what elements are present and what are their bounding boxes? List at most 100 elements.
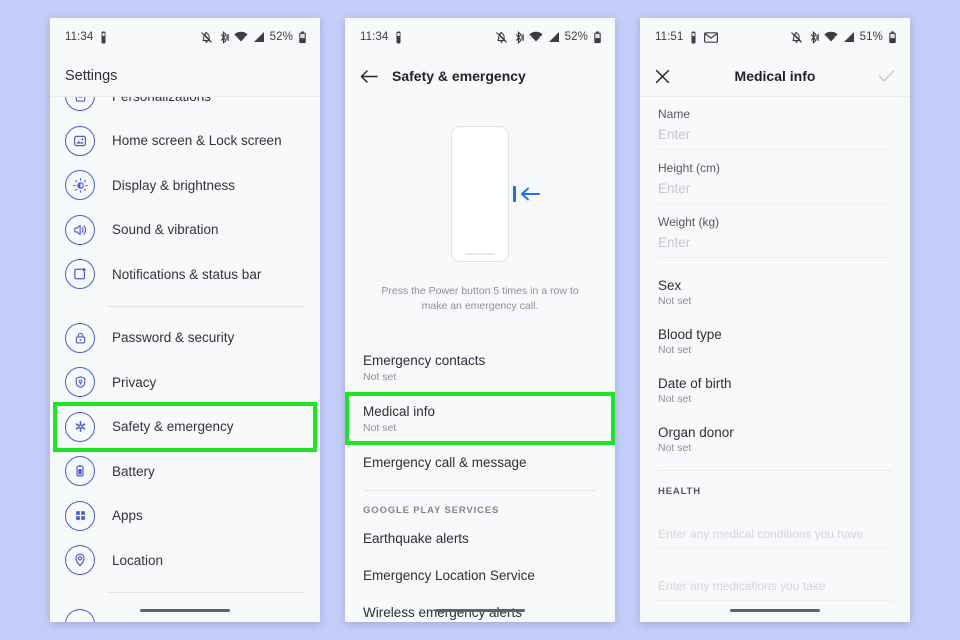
home-lock-screen-icon <box>65 125 95 156</box>
app-bar: Medical info <box>640 56 910 96</box>
personalization-icon <box>65 96 95 112</box>
bell-off-icon <box>200 31 212 43</box>
sidebar-item-label: Battery <box>112 463 155 479</box>
apps-grid-icon <box>65 500 95 531</box>
picker-value: Not set <box>658 295 692 307</box>
option-subtitle: Not set <box>363 371 397 384</box>
divider <box>107 305 305 307</box>
vibrate-icon <box>396 31 401 43</box>
medical-conditions-input[interactable]: Enter any medical conditions you have <box>658 497 892 549</box>
divider <box>640 96 910 97</box>
sidebar-item-notifications[interactable]: Notifications & status bar <box>50 252 320 297</box>
option-title: Emergency call & message <box>363 455 527 471</box>
battery-icon <box>65 456 95 487</box>
picker-value: Not set <box>658 442 692 454</box>
sidebar-item-label: Sound & vibration <box>112 222 219 238</box>
phone-screen-medical-info: 11:51 51% Medical info Name Enter Height… <box>640 18 910 622</box>
brightness-icon <box>65 170 95 201</box>
picker-title: Date of birth <box>658 376 732 391</box>
field-label: Weight (kg) <box>658 215 720 229</box>
sidebar-item-label: Location <box>112 552 164 568</box>
medical-info-scroll-area[interactable]: Name Enter Height (cm) Enter Weight (kg)… <box>640 96 910 622</box>
wifi-icon <box>824 31 838 42</box>
option-title: Emergency contacts <box>363 353 486 369</box>
medical-star-icon <box>65 411 95 442</box>
sidebar-item-display-brightness[interactable]: Display & brightness <box>50 163 320 208</box>
partial-icon <box>65 608 95 622</box>
status-time: 11:51 <box>655 31 684 43</box>
field-height[interactable]: Height (cm) Enter <box>640 150 910 204</box>
bell-off-icon <box>790 31 802 43</box>
option-medical-info[interactable]: Medical info Not set <box>345 392 615 446</box>
safety-scroll-area[interactable]: Press the Power button 5 times in a row … <box>345 96 615 622</box>
sidebar-item-personalizations[interactable]: Personalizations <box>50 96 320 119</box>
app-bar: Safety & emergency <box>345 56 615 96</box>
sidebar-item-safety-emergency[interactable]: Safety & emergency <box>53 401 317 452</box>
sidebar-item-label: Home screen & Lock screen <box>112 133 282 149</box>
phone-screen-settings: 11:34 52% Settings Personalizations Home… <box>50 18 320 622</box>
sidebar-item-sound-vibration[interactable]: Sound & vibration <box>50 208 320 253</box>
gesture-bar[interactable] <box>730 608 820 612</box>
sidebar-item-apps[interactable]: Apps <box>50 494 320 539</box>
notification-icon <box>65 259 95 290</box>
status-time: 11:34 <box>360 31 389 43</box>
bluetooth-icon <box>220 30 229 44</box>
field-name[interactable]: Name Enter <box>640 96 910 150</box>
sidebar-item-location[interactable]: Location <box>50 538 320 583</box>
picker-sex[interactable]: Sex Not set <box>640 267 910 316</box>
picker-blood-type[interactable]: Blood type Not set <box>640 316 910 365</box>
sidebar-item-label: Display & brightness <box>112 177 236 193</box>
sidebar-item-home-lock-screen[interactable]: Home screen & Lock screen <box>50 119 320 164</box>
picker-value: Not set <box>658 344 692 356</box>
left-arrow-icon <box>520 187 540 206</box>
location-pin-icon <box>65 545 95 576</box>
picker-title: Organ donor <box>658 425 734 440</box>
sidebar-item-label: Privacy <box>112 374 157 390</box>
status-bar: 11:34 52% <box>50 18 320 56</box>
power-button-illustration <box>345 96 615 292</box>
sidebar-item-privacy[interactable]: Privacy <box>50 360 320 405</box>
field-label: Height (cm) <box>658 161 721 175</box>
option-emergency-call-message[interactable]: Emergency call & message <box>345 444 615 480</box>
option-emergency-location-service[interactable]: Emergency Location Service <box>345 557 615 594</box>
signal-icon <box>548 32 559 42</box>
back-arrow-icon[interactable] <box>360 69 378 84</box>
wifi-icon <box>529 31 543 42</box>
bell-off-icon <box>495 31 507 43</box>
check-icon[interactable] <box>878 69 895 83</box>
page-title: Settings <box>65 68 118 84</box>
field-label: Name <box>658 107 691 121</box>
status-bar: 11:51 51% <box>640 18 910 56</box>
picker-title: Sex <box>658 278 682 293</box>
shield-icon <box>65 367 95 398</box>
battery-percent: 52% <box>564 31 588 43</box>
gesture-bar[interactable] <box>435 608 525 612</box>
battery-percent: 51% <box>859 31 883 43</box>
gmail-icon <box>704 31 719 43</box>
sidebar-item-password-security[interactable]: Password & security <box>50 316 320 361</box>
sidebar-item-battery[interactable]: Battery <box>50 449 320 494</box>
page-title: Safety & emergency <box>392 68 526 84</box>
battery-icon <box>889 30 896 43</box>
close-icon[interactable] <box>655 69 670 84</box>
picker-value: Not set <box>658 393 692 405</box>
phone-screen-safety-emergency: 11:34 52% Safety & emergency Press the P… <box>345 18 615 622</box>
power-button-indicator <box>513 186 516 202</box>
field-weight[interactable]: Weight (kg) Enter <box>640 204 910 258</box>
signal-icon <box>843 32 854 42</box>
status-time: 11:34 <box>65 31 94 43</box>
gesture-bar[interactable] <box>140 608 230 612</box>
sidebar-item-label: Apps <box>112 508 143 524</box>
medications-input[interactable]: Enter any medications you take <box>658 549 892 601</box>
option-emergency-contacts[interactable]: Emergency contacts Not set <box>345 342 615 393</box>
battery-percent: 52% <box>269 31 293 43</box>
picker-date-of-birth[interactable]: Date of birth Not set <box>640 365 910 414</box>
name-input[interactable]: Enter <box>658 121 892 150</box>
settings-scroll-area[interactable]: Personalizations Home screen & Lock scre… <box>50 96 320 622</box>
picker-organ-donor[interactable]: Organ donor Not set <box>640 414 910 463</box>
option-earthquake-alerts[interactable]: Earthquake alerts <box>345 520 615 557</box>
bluetooth-icon <box>810 30 819 44</box>
sidebar-item-label: Personalizations <box>112 96 212 104</box>
weight-input[interactable]: Enter <box>658 229 892 258</box>
height-input[interactable]: Enter <box>658 175 892 204</box>
